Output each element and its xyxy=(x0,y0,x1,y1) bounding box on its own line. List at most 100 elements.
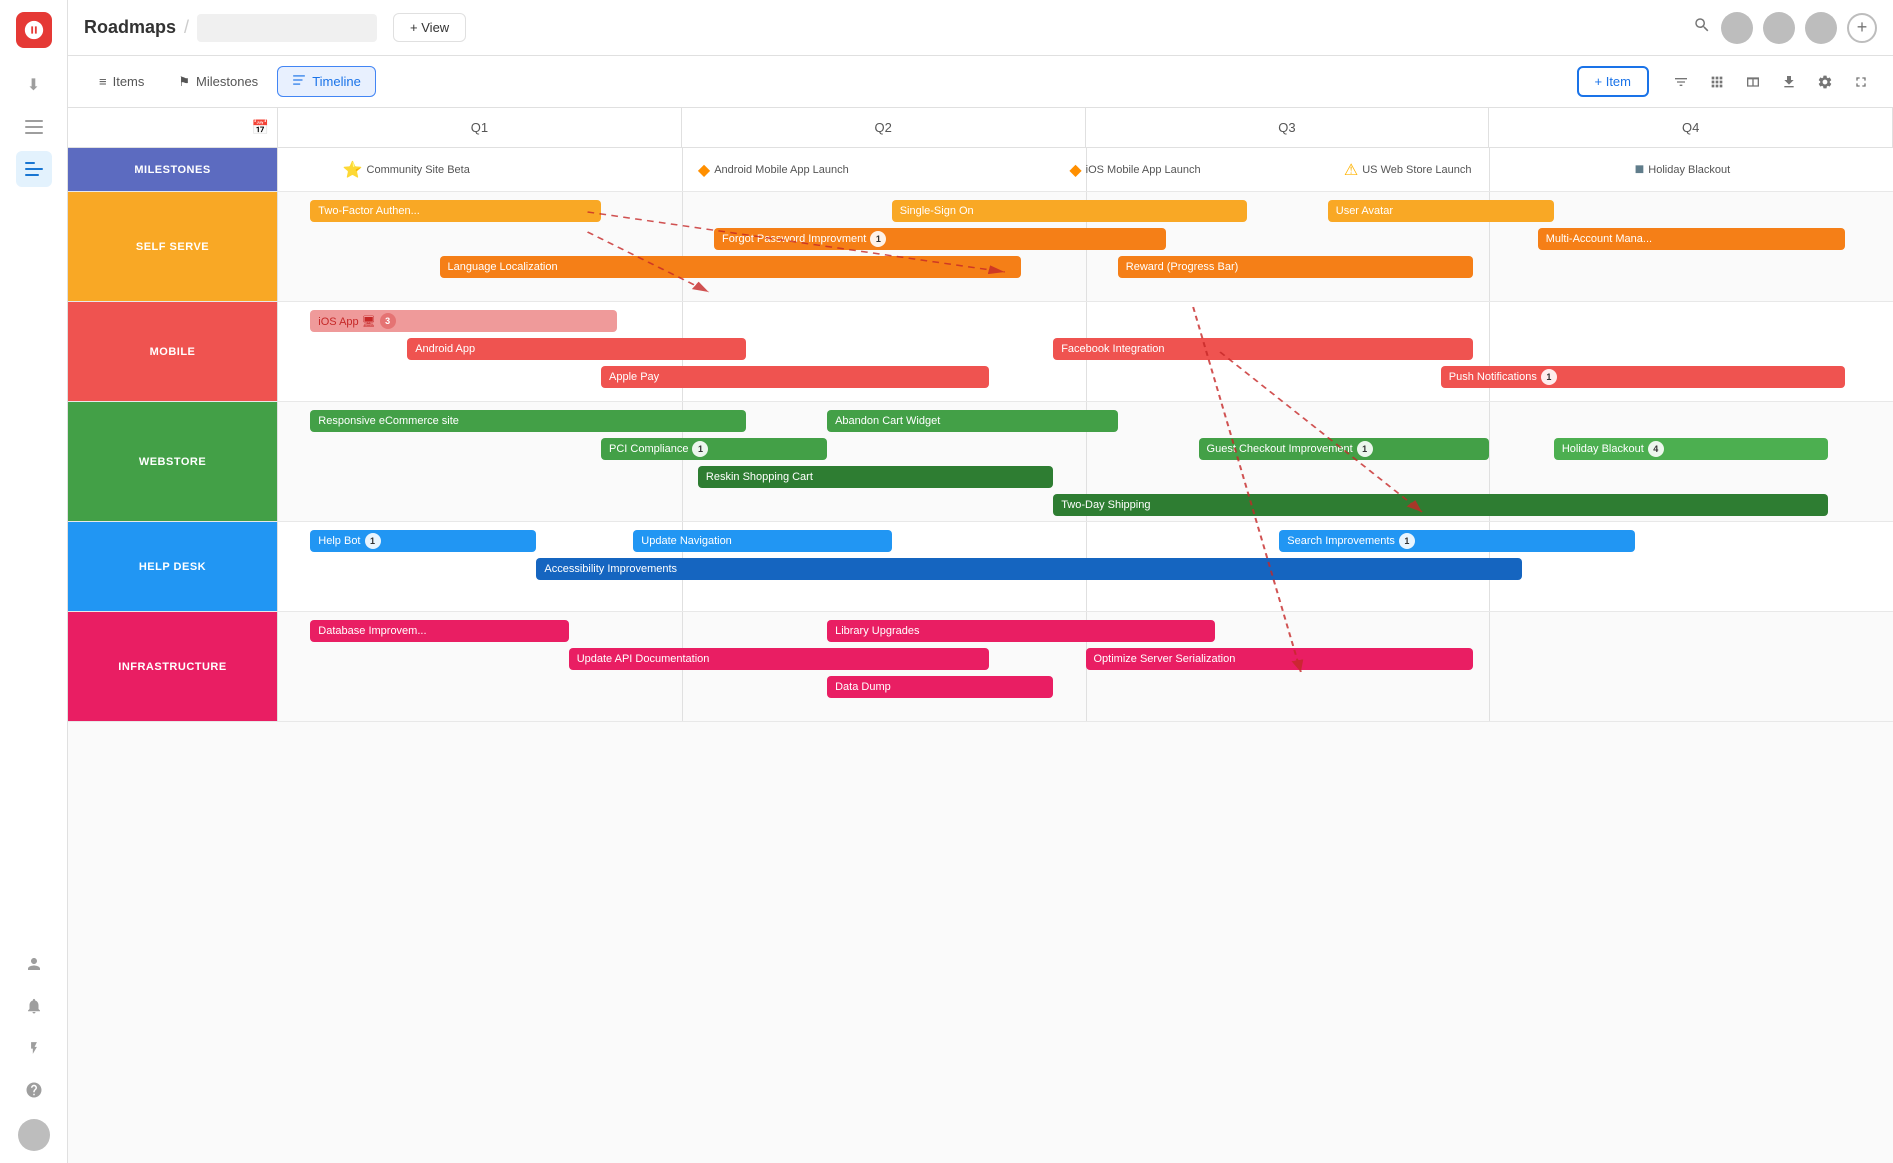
bar-label: Reskin Shopping Cart xyxy=(706,471,813,483)
bar-optimize-server[interactable]: Optimize Server Serialization xyxy=(1086,648,1474,670)
milestone-label: Android Mobile App Launch xyxy=(714,164,849,176)
quarter-q1: Q1 xyxy=(278,108,682,147)
search-icon[interactable] xyxy=(1693,16,1711,39)
milestone-android-launch[interactable]: ◆ Android Mobile App Launch xyxy=(698,160,849,180)
milestone-label: Community Site Beta xyxy=(367,164,470,176)
user-circle-1[interactable] xyxy=(1721,12,1753,44)
user-circle-2[interactable] xyxy=(1763,12,1795,44)
export-icon[interactable] xyxy=(1773,66,1805,98)
bar-apple-pay[interactable]: Apple Pay xyxy=(601,366,989,388)
view-button[interactable]: + View xyxy=(393,13,466,42)
bar-label: Two-Factor Authen... xyxy=(318,205,420,217)
bar-forgot-password[interactable]: Forgot Password Improvment 1 xyxy=(714,228,1166,250)
bar-label: Facebook Integration xyxy=(1061,343,1164,355)
bar-library-upgrades[interactable]: Library Upgrades xyxy=(827,620,1215,642)
bar-multi-account[interactable]: Multi-Account Mana... xyxy=(1538,228,1845,250)
tab-milestones[interactable]: ⚑ Milestones xyxy=(163,67,273,97)
bar-search-improvements[interactable]: Search Improvements 1 xyxy=(1279,530,1634,552)
columns-icon[interactable] xyxy=(1737,66,1769,98)
sidebar-item-help[interactable] xyxy=(16,1072,52,1108)
bar-label: Abandon Cart Widget xyxy=(835,415,940,427)
label-header: 📅 xyxy=(68,108,278,147)
bar-facebook[interactable]: Facebook Integration xyxy=(1053,338,1473,360)
diamond-icon: ◆ xyxy=(698,160,710,180)
bar-label: Update API Documentation xyxy=(577,653,710,665)
badge: 1 xyxy=(692,441,708,457)
bar-two-day-shipping[interactable]: Two-Day Shipping xyxy=(1053,494,1828,516)
tab-items[interactable]: ≡ Items xyxy=(84,67,159,96)
bar-reward[interactable]: Reward (Progress Bar) xyxy=(1118,256,1473,278)
sidebar-item-download[interactable]: ⬇ xyxy=(16,67,52,103)
bar-database[interactable]: Database Improvem... xyxy=(310,620,568,642)
bar-label: Single-Sign On xyxy=(900,205,974,217)
webstore-row: WEBSTORE Responsive eCommerce site Aband… xyxy=(68,402,1893,522)
bar-android-app[interactable]: Android App xyxy=(407,338,746,360)
bar-abandon-cart[interactable]: Abandon Cart Widget xyxy=(827,410,1118,432)
toolbar-icons xyxy=(1665,66,1877,98)
bar-label: Help Bot xyxy=(318,535,360,547)
breadcrumb[interactable] xyxy=(197,14,377,42)
bar-label: Library Upgrades xyxy=(835,625,919,637)
page-title: Roadmaps xyxy=(84,17,176,38)
items-tab-label: Items xyxy=(113,74,145,89)
sidebar-item-list[interactable] xyxy=(16,109,52,145)
self-serve-label: SELF SERVE xyxy=(68,192,278,301)
milestone-label: iOS Mobile App Launch xyxy=(1086,164,1201,176)
bar-two-factor[interactable]: Two-Factor Authen... xyxy=(310,200,601,222)
bar-holiday-blackout-webstore[interactable]: Holiday Blackout 4 xyxy=(1554,438,1829,460)
bar-accessibility[interactable]: Accessibility Improvements xyxy=(536,558,1521,580)
milestones-tab-icon: ⚑ xyxy=(178,74,190,90)
badge: 1 xyxy=(870,231,886,247)
user-circle-3[interactable] xyxy=(1805,12,1837,44)
bar-language[interactable]: Language Localization xyxy=(440,256,1021,278)
sidebar-item-timeline[interactable] xyxy=(16,151,52,187)
settings-icon[interactable] xyxy=(1809,66,1841,98)
topbar-actions: + xyxy=(1693,12,1877,44)
sidebar-item-bell[interactable] xyxy=(16,988,52,1024)
infrastructure-gantt: Database Improvem... Library Upgrades Up… xyxy=(278,612,1893,721)
user-avatar[interactable] xyxy=(18,1119,50,1151)
bar-data-dump[interactable]: Data Dump xyxy=(827,676,1053,698)
helpdesk-label: HELP DESK xyxy=(68,522,278,611)
bar-ios-app[interactable]: iOS App 🖥 3 xyxy=(310,310,617,332)
bar-ecommerce[interactable]: Responsive eCommerce site xyxy=(310,410,746,432)
fullscreen-icon[interactable] xyxy=(1845,66,1877,98)
sidebar-item-person-add[interactable] xyxy=(16,946,52,982)
self-serve-row: SELF SERVE Two-Factor Authen... Single-S… xyxy=(68,192,1893,302)
add-user-button[interactable]: + xyxy=(1847,13,1877,43)
timeline-area[interactable]: 📅 Q1 Q2 Q3 Q4 MILESTONES xyxy=(68,108,1893,1163)
sidebar-item-bolt[interactable] xyxy=(16,1030,52,1066)
milestone-community-site[interactable]: ⭐ Community Site Beta xyxy=(343,160,470,180)
main-content: Roadmaps / + View + ≡ Items ⚑ Milestones xyxy=(68,0,1893,1163)
filter-icon[interactable] xyxy=(1665,66,1697,98)
bar-sso[interactable]: Single-Sign On xyxy=(892,200,1247,222)
milestone-label: US Web Store Launch xyxy=(1362,164,1471,176)
calendar-icon: 📅 xyxy=(252,119,269,136)
quarter-columns: Q1 Q2 Q3 Q4 xyxy=(278,108,1893,147)
warning-icon: ⚠ xyxy=(1344,160,1358,180)
milestone-ios-launch[interactable]: ◆ iOS Mobile App Launch xyxy=(1069,160,1200,180)
bar-label: Guest Checkout Improvement xyxy=(1207,443,1353,455)
badge: 1 xyxy=(1357,441,1373,457)
tab-timeline[interactable]: Timeline xyxy=(277,66,376,97)
bar-label: Language Localization xyxy=(448,261,558,273)
bar-reskin[interactable]: Reskin Shopping Cart xyxy=(698,466,1053,488)
milestones-row: MILESTONES ⭐ Community Site Beta ◆ Andro… xyxy=(68,148,1893,192)
app-logo[interactable] xyxy=(16,12,52,48)
bar-label: User Avatar xyxy=(1336,205,1393,217)
bar-push-notifications[interactable]: Push Notifications 1 xyxy=(1441,366,1845,388)
bar-help-bot[interactable]: Help Bot 1 xyxy=(310,530,536,552)
timeline-container: 📅 Q1 Q2 Q3 Q4 MILESTONES xyxy=(68,108,1893,722)
bar-pci[interactable]: PCI Compliance 1 xyxy=(601,438,827,460)
helpdesk-gantt: Help Bot 1 Update Navigation Search Impr… xyxy=(278,522,1893,611)
add-item-button[interactable]: + Item xyxy=(1577,66,1650,97)
group-icon[interactable] xyxy=(1701,66,1733,98)
bar-user-avatar[interactable]: User Avatar xyxy=(1328,200,1554,222)
bar-api-docs[interactable]: Update API Documentation xyxy=(569,648,989,670)
milestone-holiday-blackout[interactable]: ■ Holiday Blackout xyxy=(1635,161,1731,179)
sidebar: ⬇ xyxy=(0,0,68,1163)
topbar: Roadmaps / + View + xyxy=(68,0,1893,56)
milestone-webstore-launch[interactable]: ⚠ US Web Store Launch xyxy=(1344,160,1472,180)
bar-update-navigation[interactable]: Update Navigation xyxy=(633,530,891,552)
bar-guest-checkout[interactable]: Guest Checkout Improvement 1 xyxy=(1199,438,1490,460)
